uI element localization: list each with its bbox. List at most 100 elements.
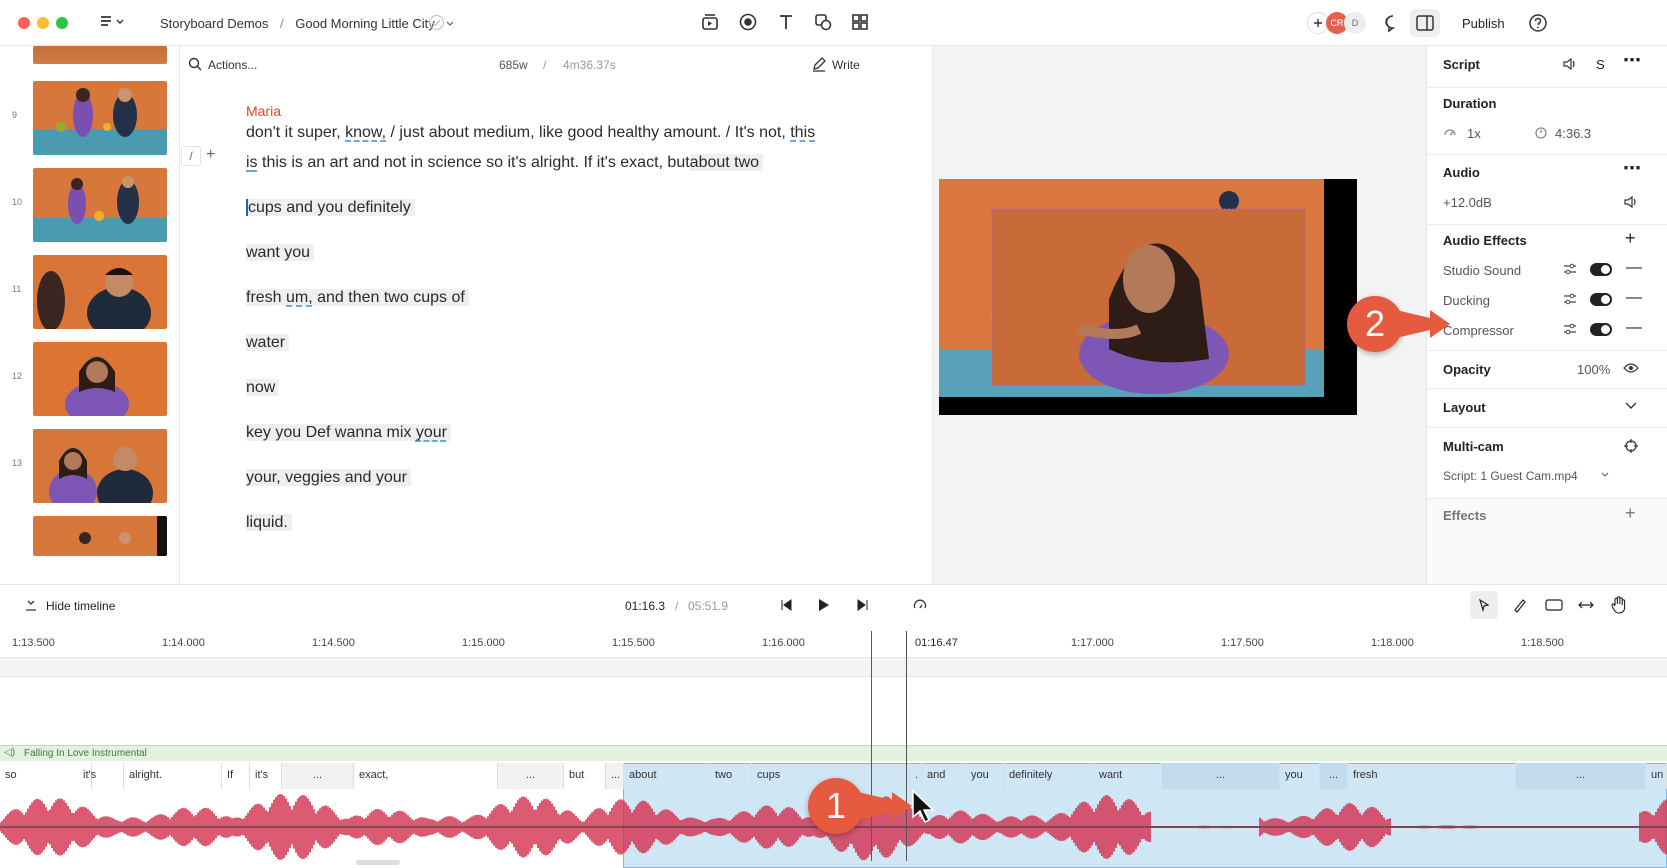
timeline-word[interactable]: want [1094,763,1162,789]
script-line[interactable]: your, veggies and your [246,462,411,494]
script-line[interactable]: want you [246,237,315,269]
add-effect-icon[interactable]: + [1625,503,1636,524]
script-line[interactable]: fresh um, and then two cups of [246,282,469,314]
minimize-window-button[interactable] [37,17,49,29]
hide-timeline-button[interactable]: Hide timeline [46,599,115,613]
scene-thumbnail[interactable] [33,429,167,503]
remove-effect-icon[interactable]: — [1626,289,1642,307]
write-button[interactable]: Write [832,58,860,72]
horizontal-scrollbar[interactable] [356,860,400,865]
add-icon[interactable]: + [206,146,215,164]
hide-timeline-icon[interactable] [24,598,38,612]
grid-icon[interactable] [850,12,872,34]
close-window-button[interactable] [18,17,30,29]
help-icon[interactable] [1528,13,1548,33]
scene-thumbnail[interactable] [33,46,167,64]
timeline-word[interactable]: fresh [1348,763,1516,789]
timeline-word[interactable]: about [624,763,710,789]
sliders-icon[interactable] [1563,262,1577,276]
timeline-gap[interactable]: ... [606,763,624,789]
chevron-down-icon[interactable] [1625,402,1637,410]
selected-words[interactable]: cups and you definitely [246,199,415,216]
record-icon[interactable] [738,12,760,34]
remove-effect-icon[interactable]: — [1626,319,1642,337]
timeline-gap[interactable]: ... [498,763,564,789]
studio-sound-toggle[interactable] [1590,263,1612,276]
music-track[interactable]: ◁) Falling In Love Instrumental [0,745,1667,761]
script-line[interactable]: liquid. [246,507,292,539]
select-tool-icon[interactable] [1470,591,1498,619]
play-icon[interactable] [816,598,830,612]
expand-icon[interactable] [1578,597,1594,613]
scene-break-button[interactable]: / [181,146,201,166]
script-line[interactable]: water [246,327,290,359]
layout-title[interactable]: Layout [1443,400,1486,415]
speaker-s-label[interactable]: S [1596,57,1605,72]
timeline-word[interactable]: you [1280,763,1320,789]
ducking-toggle[interactable] [1590,293,1612,306]
script-line[interactable]: cups and you definitely [246,192,415,224]
timeline-word[interactable]: it's [250,763,282,789]
chevron-down-icon[interactable] [1601,472,1609,478]
timeline-gap[interactable]: ... [1162,763,1280,789]
blade-tool-icon[interactable] [1512,597,1528,613]
playhead[interactable] [871,631,872,861]
speed-value[interactable]: 1x [1467,126,1481,141]
timeline-word[interactable]: it's [78,763,124,789]
script-line[interactable]: is this is an art and not in science so … [246,147,764,179]
timeline-word[interactable]: un [1646,763,1667,789]
scene-icon[interactable] [700,12,722,34]
hand-tool-icon[interactable] [1611,596,1627,614]
more-options-icon[interactable]: ⋯ [1623,158,1641,179]
timeline-word[interactable]: but [564,763,606,789]
panel-toggle-icon[interactable] [1410,9,1440,37]
audio-gain[interactable]: +12.0dB [1443,195,1492,210]
selected-words[interactable]: want you [246,244,315,261]
compressor-toggle[interactable] [1590,323,1612,336]
breadcrumb-project[interactable]: Storyboard Demos [160,16,268,31]
selected-words[interactable]: liquid. [246,514,292,531]
volume-icon[interactable] [1623,194,1639,210]
scene-thumbnail[interactable] [33,81,167,155]
actions-search[interactable]: Actions... [208,58,257,72]
flagged-word[interactable]: this [790,124,815,141]
scene-thumbnail[interactable] [33,255,167,329]
timeline-word[interactable]: exact, [354,763,498,789]
video-canvas[interactable] [939,179,1357,415]
selected-words[interactable]: your, veggies and your [246,469,411,486]
maximize-window-button[interactable] [56,17,68,29]
remove-effect-icon[interactable]: — [1626,259,1642,277]
loop-icon[interactable] [912,597,928,613]
flagged-word[interactable]: know, [345,124,386,141]
multicam-source[interactable]: Script: 1 Guest Cam.mp4 [1443,469,1578,483]
skip-back-icon[interactable] [779,598,793,612]
target-icon[interactable] [1623,438,1639,454]
opacity-value[interactable]: 100% [1577,362,1610,377]
clip-tool-icon[interactable] [1545,597,1563,613]
timeline-gap[interactable]: ... [1516,763,1646,789]
timeline-word[interactable]: definitely [1004,763,1094,789]
timeline-word[interactable]: and [922,763,966,789]
flagged-word[interactable]: is [246,154,258,171]
comment-icon[interactable] [1383,13,1403,33]
chevron-down-icon[interactable] [446,20,454,28]
sliders-icon[interactable] [1563,292,1577,306]
publish-button[interactable]: Publish [1462,16,1505,31]
timeline-word[interactable]: two [710,763,752,789]
script-line[interactable]: now [246,372,280,404]
selected-words[interactable]: about two [689,154,764,171]
selected-words[interactable]: water [246,334,290,351]
duration-value[interactable]: 4:36.3 [1555,126,1591,141]
breadcrumb-document[interactable]: Good Morning Little City [295,16,434,31]
script-line[interactable]: key you Def wanna mix your [246,417,451,449]
menu-icon[interactable] [99,13,125,31]
more-options-icon[interactable]: ⋯ [1623,50,1641,71]
shapes-icon[interactable] [813,12,835,34]
timeline-word[interactable]: alright. [124,763,222,789]
skip-forward-icon[interactable] [856,598,870,612]
eye-icon[interactable] [1623,361,1639,375]
scene-thumbnail[interactable] [33,168,167,242]
timeline-gap[interactable]: ... [1320,763,1348,789]
add-effect-icon[interactable]: + [1625,228,1636,249]
timeline-word[interactable]: you [966,763,1004,789]
